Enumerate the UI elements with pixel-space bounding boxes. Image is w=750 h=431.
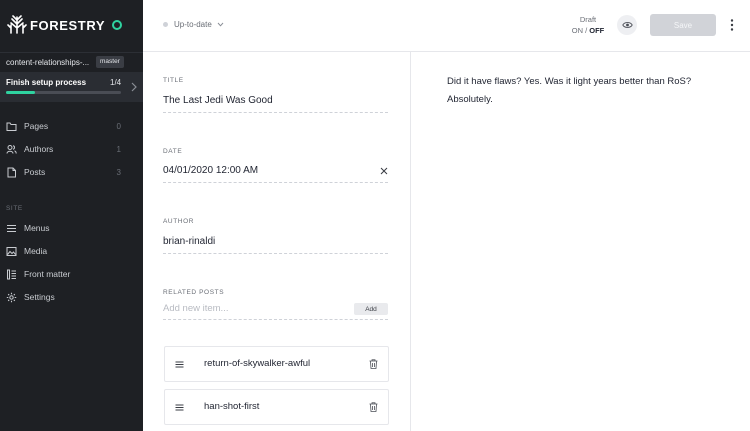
related-post-item[interactable]: return-of-skywalker-awful	[164, 346, 389, 382]
brand[interactable]: FORESTRY	[7, 14, 105, 36]
draft-on-label: ON	[571, 26, 583, 35]
status-dropdown[interactable]: Up-to-date	[163, 20, 224, 29]
date-label: DATE	[163, 148, 183, 155]
body-text[interactable]: Did it have flaws? Yes. Was it light yea…	[447, 73, 717, 109]
setup-progress-fill	[6, 91, 35, 94]
status-text: Up-to-date	[174, 20, 212, 29]
related-post-label: han-shot-first	[204, 401, 260, 412]
sidebar-item-label: Menus	[24, 223, 50, 233]
setup-progress[interactable]: Finish setup process 1/4	[0, 72, 143, 102]
posts-icon	[7, 167, 16, 177]
editor-header: Up-to-date Draft ON / OFF Save	[143, 0, 750, 52]
clear-date-icon[interactable]	[380, 167, 388, 175]
sidebar-item-count: 1	[116, 144, 121, 154]
related-posts-label: RELATED POSTS	[163, 289, 225, 296]
media-icon	[6, 246, 17, 256]
front-matter-icon	[7, 269, 16, 279]
author-field[interactable]: brian-rinaldi	[163, 236, 388, 254]
related-post-item[interactable]: han-shot-first	[164, 389, 389, 425]
front-matter-form: TITLE The Last Jedi Was Good DATE 04/01/…	[143, 52, 411, 431]
drag-handle-icon[interactable]	[175, 404, 184, 411]
sidebar-item-label: Authors	[24, 144, 54, 154]
sidebar-item-pages[interactable]: Pages 0	[0, 116, 143, 136]
draft-toggle-state: ON / OFF	[568, 26, 608, 35]
title-field[interactable]: The Last Jedi Was Good	[163, 95, 388, 113]
sidebar-item-posts[interactable]: Posts 3	[0, 162, 143, 182]
body-editor[interactable]: Did it have flaws? Yes. Was it light yea…	[411, 52, 750, 431]
draft-separator: /	[585, 26, 588, 35]
forestry-logo-icon	[7, 15, 27, 34]
setup-count: 1/4	[110, 78, 122, 87]
sidebar-item-authors[interactable]: Authors 1	[0, 139, 143, 159]
sidebar-item-media[interactable]: Media	[0, 241, 143, 261]
site-switcher[interactable]: content-relationships-... master	[0, 52, 143, 72]
trash-icon[interactable]	[369, 402, 378, 412]
draft-toggle[interactable]: Draft ON / OFF	[568, 15, 608, 35]
authors-icon	[6, 144, 17, 154]
sidebar: FORESTRY content-relationships-... maste…	[0, 0, 143, 431]
settings-icon	[6, 292, 17, 302]
draft-label: Draft	[579, 15, 597, 24]
sidebar-item-label: Settings	[24, 292, 55, 302]
date-field[interactable]: 04/01/2020 12:00 AM	[163, 165, 388, 183]
sidebar-item-settings[interactable]: Settings	[0, 287, 143, 307]
connection-status-icon[interactable]	[112, 20, 122, 30]
title-label: TITLE	[163, 77, 184, 84]
sidebar-item-front-matter[interactable]: Front matter	[0, 264, 143, 284]
branch-badge: master	[96, 56, 124, 68]
preview-button[interactable]	[617, 15, 637, 35]
draft-off-label: OFF	[589, 26, 605, 35]
sidebar-item-label: Posts	[24, 167, 46, 177]
save-button[interactable]: Save	[650, 14, 716, 36]
author-label: AUTHOR	[163, 218, 195, 225]
sidebar-item-label: Pages	[24, 121, 49, 131]
sidebar-item-count: 0	[116, 121, 121, 131]
menus-icon	[7, 224, 16, 232]
related-post-label: return-of-skywalker-awful	[204, 358, 311, 369]
chevron-down-icon	[217, 22, 224, 27]
more-options-icon[interactable]	[727, 16, 737, 34]
chevron-right-icon	[131, 82, 137, 92]
setup-progress-bar	[6, 91, 121, 94]
setup-title: Finish setup process	[6, 78, 87, 87]
brand-name: FORESTRY	[30, 17, 106, 33]
status-indicator-icon	[163, 22, 168, 27]
add-related-post-button[interactable]: Add	[354, 303, 388, 315]
trash-icon[interactable]	[369, 359, 378, 369]
pages-icon	[6, 122, 17, 131]
sidebar-item-label: Media	[24, 246, 48, 256]
drag-handle-icon[interactable]	[175, 361, 184, 368]
sidebar-item-menus[interactable]: Menus	[0, 218, 143, 238]
sidebar-item-count: 3	[116, 167, 121, 177]
section-label-site: SITE	[6, 205, 23, 212]
site-name: content-relationships-...	[6, 58, 90, 67]
sidebar-item-label: Front matter	[24, 269, 71, 279]
eye-icon	[621, 22, 633, 28]
